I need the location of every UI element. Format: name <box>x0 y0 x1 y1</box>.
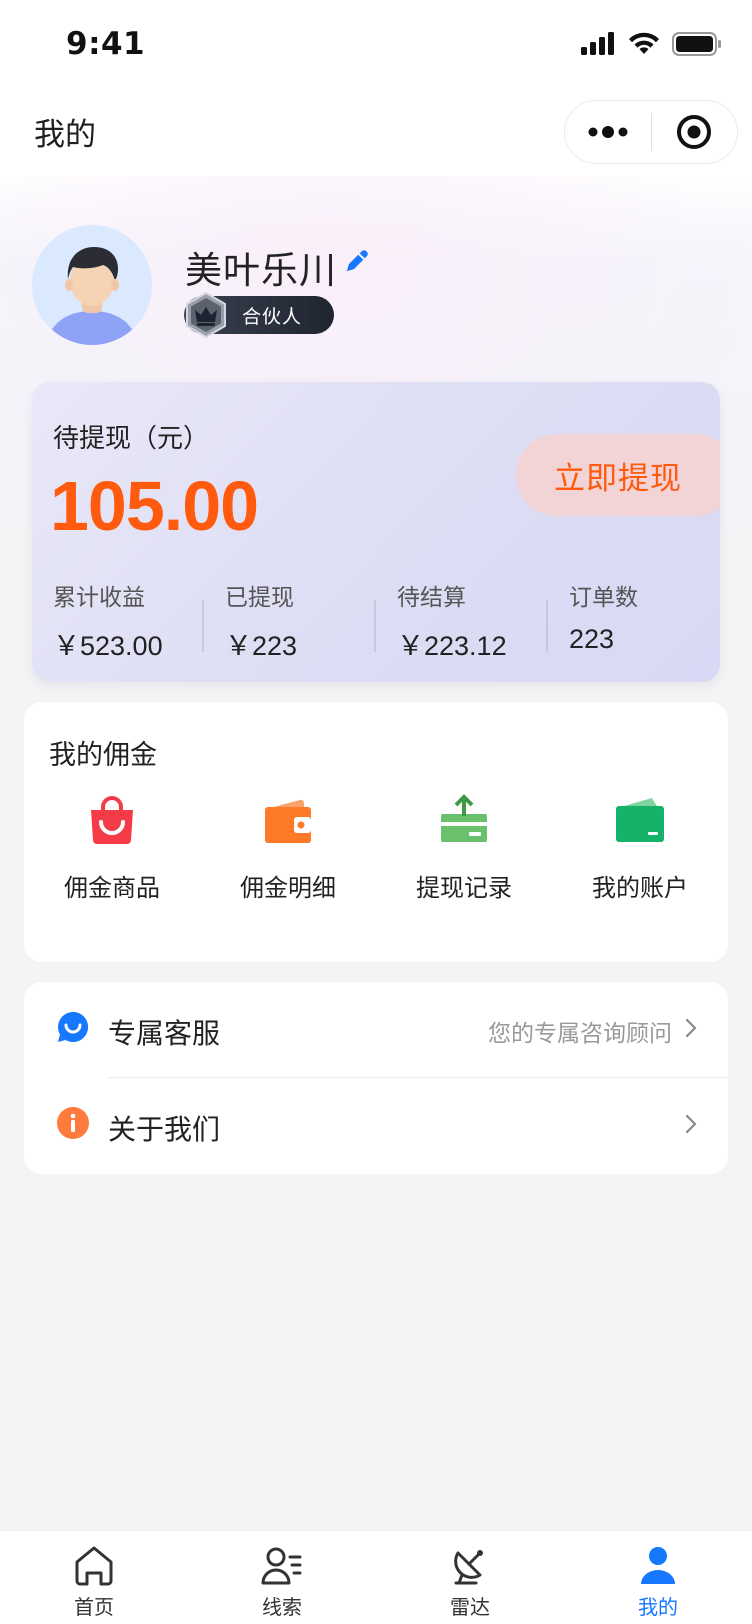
pending-withdraw-amount: 105.00 <box>50 467 259 545</box>
radar-icon <box>454 1550 483 1585</box>
home-icon <box>75 1546 113 1586</box>
menu-list-card: 专属客服 您的专属咨询顾问 关于我们 <box>24 982 728 1174</box>
status-icons <box>580 32 722 56</box>
customer-service-icon <box>58 1012 88 1042</box>
stat-order-count[interactable]: 订单数 223 <box>548 578 720 658</box>
shopping-bag-icon <box>91 796 133 844</box>
signal-icon <box>581 32 614 55</box>
account-card-icon <box>616 798 664 842</box>
info-icon <box>57 1107 89 1139</box>
tab-label: 雷达 <box>450 1595 490 1619</box>
battery-icon <box>672 32 721 56</box>
mini-program-capsule <box>564 100 738 164</box>
stat-value: 223 <box>569 624 615 654</box>
stat-label: 累计收益 <box>53 585 145 611</box>
stat-label: 已提现 <box>225 585 294 611</box>
menu-item-label: 专属客服 <box>108 1017 221 1050</box>
wallet-icon <box>265 799 311 843</box>
commission-item-label: 我的账户 <box>592 874 688 902</box>
status-time: 9:41 <box>66 26 146 62</box>
contacts-icon <box>261 1547 302 1585</box>
member-badge: 合伙人 <box>184 291 334 339</box>
wifi-icon <box>629 32 659 54</box>
earnings-stats: 累计收益 ￥523.00 已提现 ￥223 待结算 ￥223.12 订单数 22… <box>32 578 720 661</box>
menu-item-hint: 您的专属咨询顾问 <box>488 1021 672 1047</box>
tab-home[interactable]: 首页 <box>0 1531 188 1624</box>
more-button[interactable] <box>565 100 651 164</box>
pending-withdraw-label: 待提现（元） <box>53 424 210 454</box>
tab-label: 线索 <box>262 1595 302 1619</box>
page-title: 我的 <box>34 117 96 153</box>
commission-item-label: 佣金商品 <box>64 874 160 902</box>
crown-icon <box>186 291 226 339</box>
user-name: 美叶乐川 <box>185 249 337 292</box>
commission-products-item[interactable]: 佣金商品 <box>24 794 200 903</box>
profile-page: 9:41 我的 美叶乐川 合伙人 待提现（元） 105.00 立即提现 累计收益… <box>0 0 752 1624</box>
menu-item-about-us[interactable]: 关于我们 <box>24 1078 728 1174</box>
stat-pending-settlement[interactable]: 待结算 ￥223.12 <box>376 578 548 661</box>
stat-withdrawn[interactable]: 已提现 ￥223 <box>204 578 376 661</box>
tab-label: 首页 <box>74 1595 114 1619</box>
chevron-right-icon <box>685 1018 697 1038</box>
menu-item-customer-service[interactable]: 专属客服 您的专属咨询顾问 <box>24 982 728 1078</box>
bottom-tab-bar: 首页 线索 雷达 我的 <box>0 1530 752 1624</box>
my-account-item[interactable]: 我的账户 <box>552 794 728 903</box>
commission-title: 我的佣金 <box>49 740 157 771</box>
stat-total-income[interactable]: 累计收益 ￥523.00 <box>32 578 204 661</box>
tab-leads[interactable]: 线索 <box>188 1531 376 1624</box>
status-bar: 9:41 <box>0 0 752 90</box>
earnings-card: 待提现（元） 105.00 立即提现 累计收益 ￥523.00 已提现 ￥223… <box>32 382 720 682</box>
withdraw-now-button[interactable]: 立即提现 <box>516 434 720 516</box>
target-circle-icon <box>677 115 712 149</box>
tab-mine[interactable]: 我的 <box>564 1531 752 1624</box>
commission-item-label: 提现记录 <box>416 874 512 902</box>
withdraw-upload-icon <box>441 794 487 842</box>
tab-radar[interactable]: 雷达 <box>376 1531 564 1624</box>
badge-label: 合伙人 <box>242 306 303 328</box>
edit-pencil-icon[interactable] <box>343 247 371 275</box>
stat-label: 订单数 <box>569 585 638 611</box>
stat-label: 待结算 <box>397 585 466 611</box>
withdraw-records-item[interactable]: 提现记录 <box>376 794 552 903</box>
user-icon <box>641 1547 675 1584</box>
commission-grid: 佣金商品 佣金明细 提现记录 我的账户 <box>24 794 728 903</box>
avatar-illustration <box>32 225 152 345</box>
stat-value: ￥223.12 <box>397 631 507 661</box>
close-miniprogram-button[interactable] <box>652 100 738 164</box>
commission-details-item[interactable]: 佣金明细 <box>200 794 376 903</box>
stat-value: ￥223 <box>225 631 298 661</box>
more-dots-icon <box>588 126 628 138</box>
tab-label: 我的 <box>638 1595 678 1619</box>
stat-value: ￥523.00 <box>53 631 163 661</box>
avatar[interactable] <box>32 225 152 345</box>
commission-item-label: 佣金明细 <box>240 874 336 902</box>
my-commission-card: 我的佣金 佣金商品 佣金明细 提现记录 我的账户 <box>24 702 728 962</box>
chevron-right-icon <box>685 1114 697 1134</box>
menu-item-label: 关于我们 <box>108 1113 221 1146</box>
